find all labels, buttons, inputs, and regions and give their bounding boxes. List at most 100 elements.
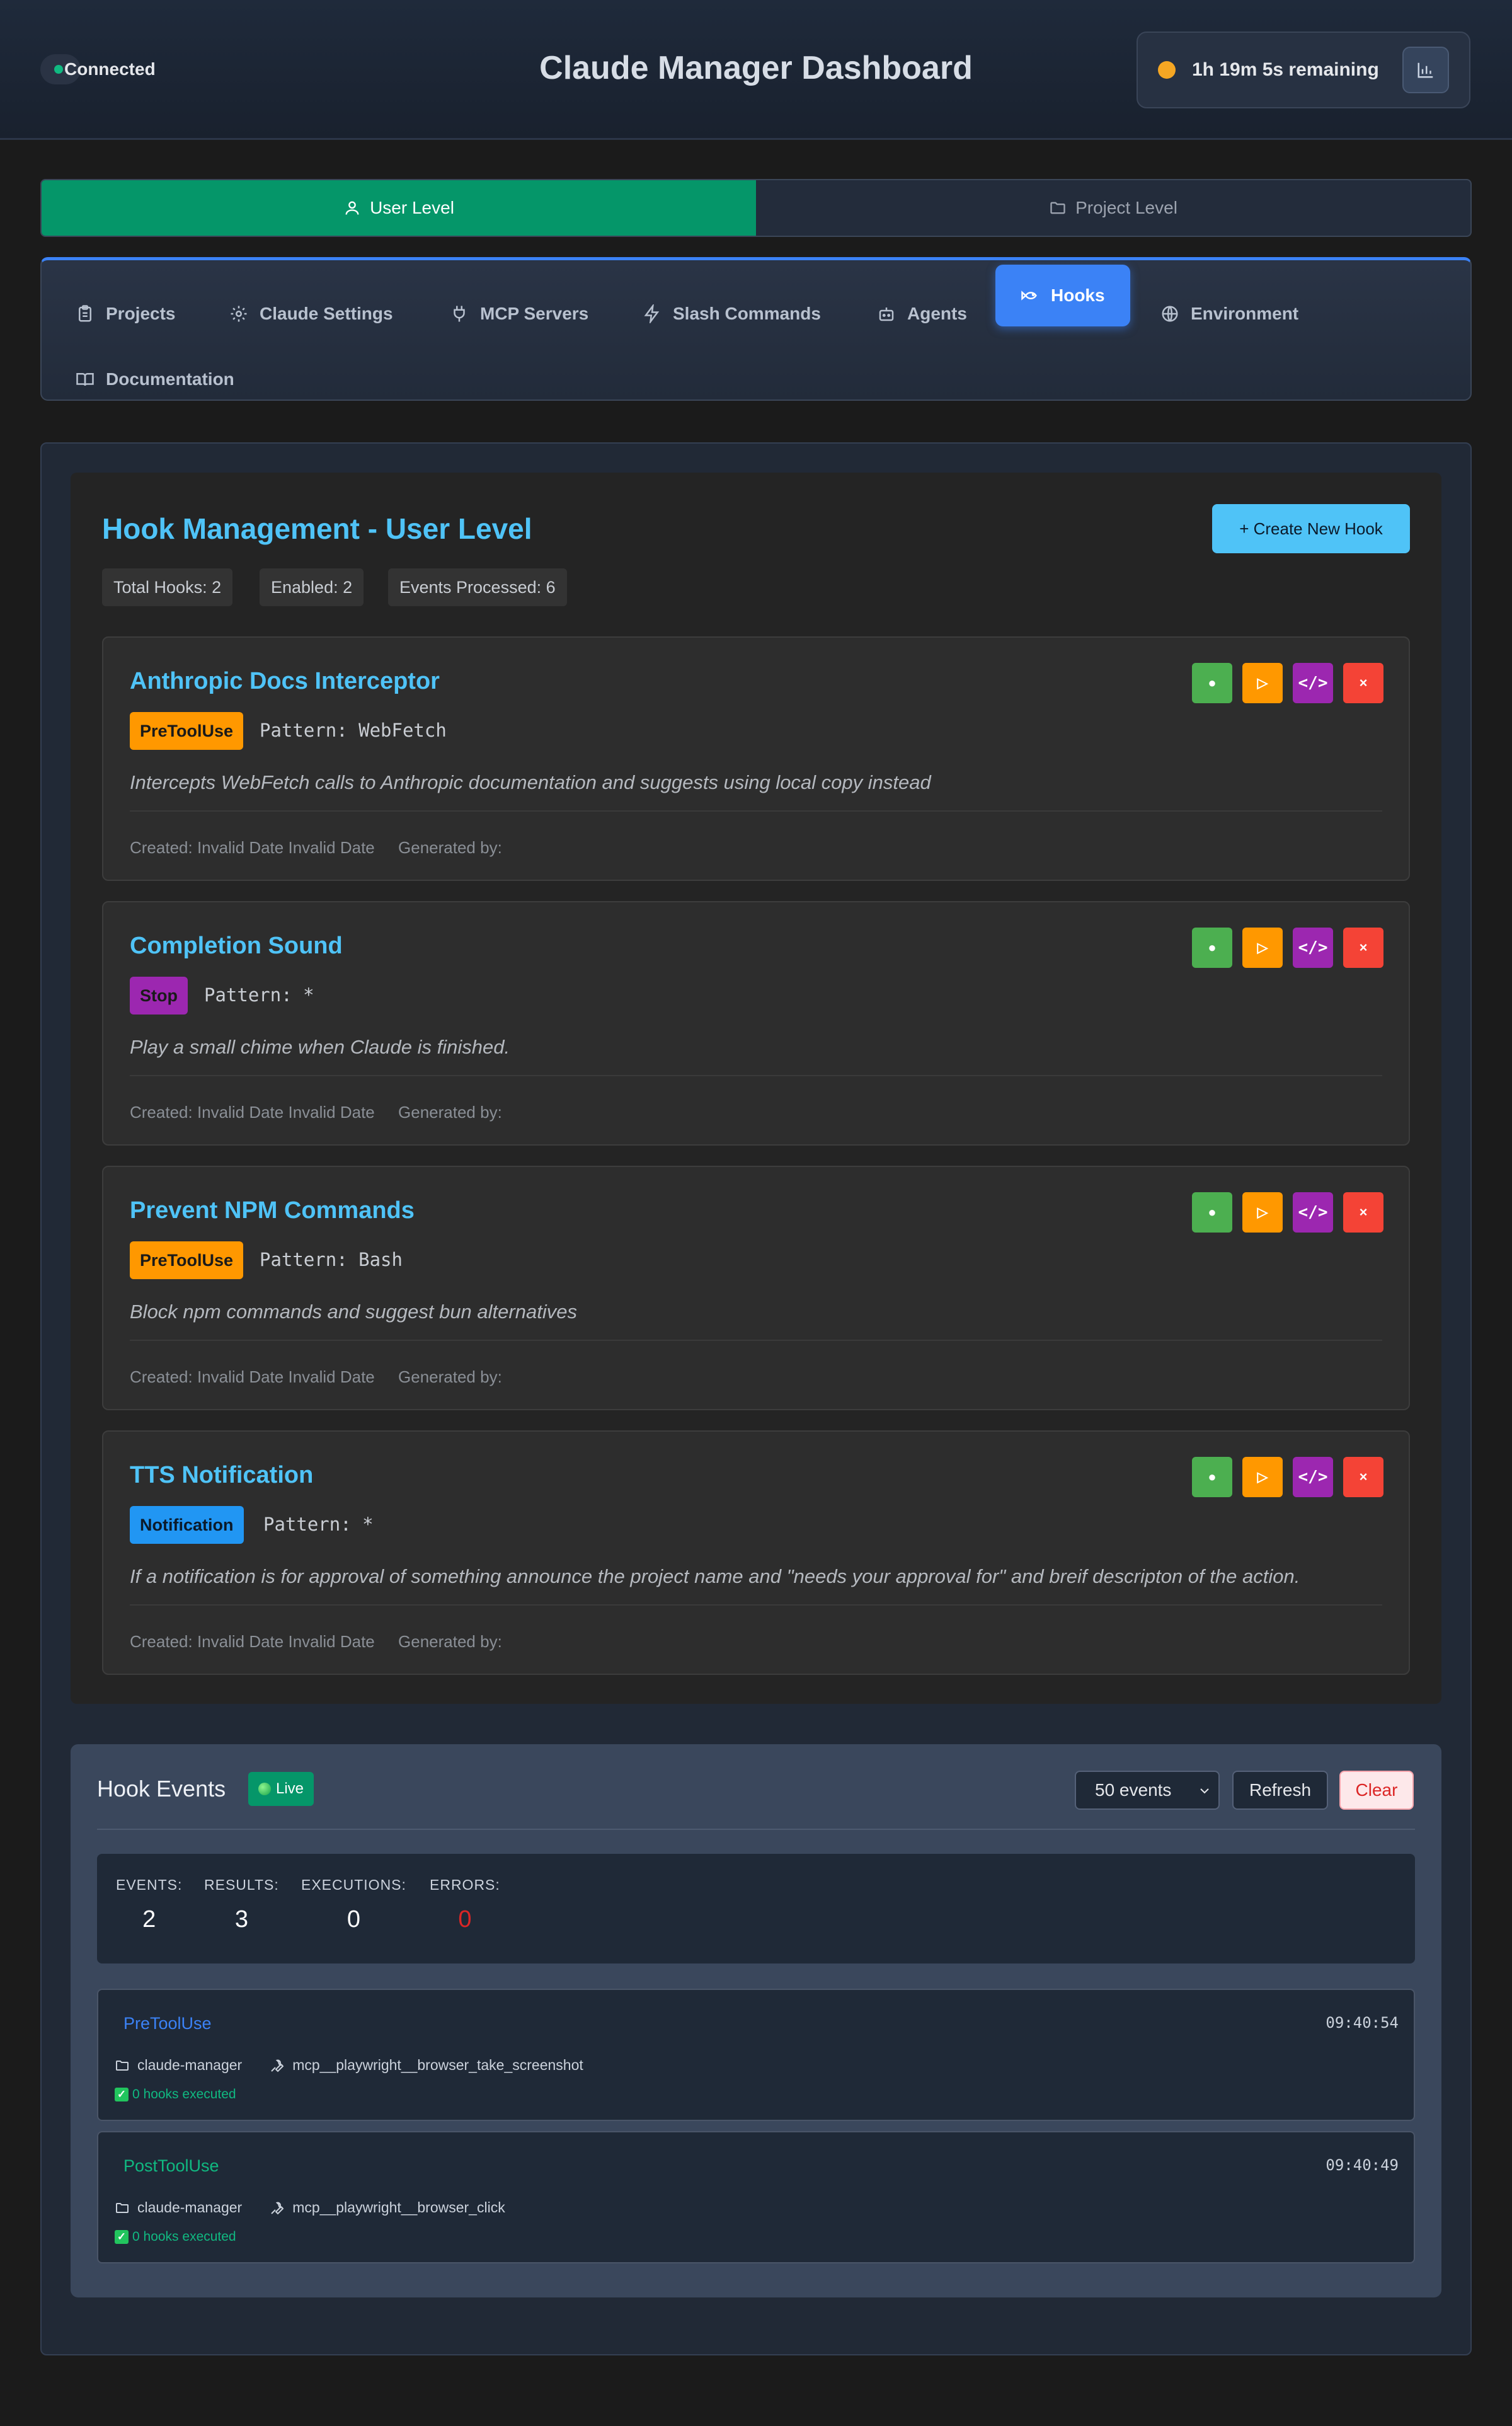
robot-icon <box>879 308 894 321</box>
refresh-button[interactable]: Refresh <box>1232 1771 1328 1810</box>
user-level-label: User Level <box>370 198 454 217</box>
create-hook-button[interactable]: + Create New Hook <box>1212 504 1410 553</box>
globe-icon <box>1162 306 1178 322</box>
event-item[interactable]: PreToolUse 09:40:54 claude-manager mcp__… <box>97 1989 1415 2121</box>
tab-documentation[interactable]: Documentation <box>76 357 234 401</box>
fish-icon <box>1021 290 1037 301</box>
edit-code-button[interactable]: </> <box>1293 663 1333 703</box>
executed-label: 0 hooks executed <box>132 2229 236 2244</box>
hook-card: Prevent NPM Commands ● ▷ </> × PreToolUs… <box>102 1166 1410 1410</box>
test-hook-button[interactable]: ▷ <box>1242 1457 1283 1497</box>
stat-value: 0 <box>346 1906 361 1933</box>
stat-label: EVENTS: <box>116 1877 183 1893</box>
event-time: 09:40:49 <box>1326 2156 1399 2174</box>
tab-hooks[interactable]: Hooks <box>995 265 1130 326</box>
stat-errors: ERRORS: 0 <box>430 1877 500 1933</box>
project-level-label: Project Level <box>1075 198 1177 217</box>
event-type: PostToolUse <box>123 2156 219 2175</box>
hook-description: Block npm commands and suggest bun alter… <box>130 1301 577 1323</box>
event-limit-select[interactable]: 50 events <box>1075 1771 1220 1810</box>
event-project: claude-manager <box>137 2199 243 2216</box>
user-level-button[interactable]: User Level <box>42 180 756 236</box>
hook-created: Created: Invalid Date Invalid Date <box>130 838 375 857</box>
hook-meta: Created: Invalid Date Invalid Date Gener… <box>130 1632 502 1652</box>
hook-description: Intercepts WebFetch calls to Anthropic d… <box>130 771 931 793</box>
event-meta: claude-manager mcp__playwright__browser_… <box>115 2057 583 2074</box>
hook-pattern: Pattern: * <box>263 1514 374 1535</box>
hook-card: TTS Notification ● ▷ </> × Notification … <box>102 1430 1410 1675</box>
hook-pattern: Pattern: * <box>204 984 314 1006</box>
hook-pattern: Pattern: WebFetch <box>260 720 447 741</box>
timer-dot-icon <box>1158 61 1176 79</box>
event-type: PreToolUse <box>123 2014 212 2033</box>
edit-code-button[interactable]: </> <box>1293 1192 1333 1233</box>
gear-icon <box>231 306 247 322</box>
wrench-icon <box>271 2202 284 2214</box>
event-executed: ✓ 0 hooks executed <box>115 2087 236 2102</box>
timer-text: 1h 19m 5s remaining <box>1192 59 1379 80</box>
live-label: Live <box>276 1780 304 1797</box>
hook-generated-by: Generated by: <box>398 1103 502 1122</box>
event-item[interactable]: PostToolUse 09:40:49 claude-manager mcp_… <box>97 2131 1415 2263</box>
chevron-down-icon <box>1200 1788 1209 1794</box>
delete-hook-button[interactable]: × <box>1343 928 1383 968</box>
tab-projects[interactable]: Projects <box>76 292 176 336</box>
hook-actions: ● ▷ </> × <box>1192 928 1383 968</box>
delete-hook-button[interactable]: × <box>1343 1457 1383 1497</box>
hook-created: Created: Invalid Date Invalid Date <box>130 1367 375 1386</box>
tab-slash-commands[interactable]: Slash Commands <box>643 292 821 336</box>
hook-actions: ● ▷ </> × <box>1192 1457 1383 1497</box>
lightning-icon <box>644 304 660 323</box>
divider <box>130 1604 1382 1606</box>
event-executed: ✓ 0 hooks executed <box>115 2229 236 2245</box>
tab-agents[interactable]: Agents <box>877 292 967 336</box>
toggle-hook-button[interactable]: ● <box>1192 1457 1232 1497</box>
usage-stats-button[interactable] <box>1402 47 1449 93</box>
divider <box>130 1075 1382 1076</box>
event-project: claude-manager <box>137 2057 243 2073</box>
hook-actions: ● ▷ </> × <box>1192 663 1383 703</box>
event-time: 09:40:54 <box>1326 2014 1399 2032</box>
hook-name: TTS Notification <box>130 1462 314 1488</box>
divider <box>130 810 1382 812</box>
edit-code-button[interactable]: </> <box>1293 1457 1333 1497</box>
event-meta: claude-manager mcp__playwright__browser_… <box>115 2199 505 2216</box>
hook-actions: ● ▷ </> × <box>1192 1192 1383 1233</box>
hook-meta: Created: Invalid Date Invalid Date Gener… <box>130 838 502 858</box>
live-dot-icon <box>258 1783 271 1795</box>
folder-icon <box>116 2060 129 2071</box>
clipboard-icon <box>79 305 91 322</box>
test-hook-button[interactable]: ▷ <box>1242 663 1283 703</box>
enabled-hooks-stat: Enabled: 2 <box>260 568 364 606</box>
check-icon: ✓ <box>115 2088 129 2101</box>
hook-description: Play a small chime when Claude is finish… <box>130 1036 510 1058</box>
tab-label: Slash Commands <box>673 304 821 323</box>
delete-hook-button[interactable]: × <box>1343 663 1383 703</box>
hook-name: Completion Sound <box>130 933 343 959</box>
hook-card: Completion Sound ● ▷ </> × Stop Pattern:… <box>102 901 1410 1146</box>
hook-card: Anthropic Docs Interceptor ● ▷ </> × Pre… <box>102 636 1410 881</box>
toggle-hook-button[interactable]: ● <box>1192 928 1232 968</box>
hook-generated-by: Generated by: <box>398 1632 502 1651</box>
tab-mcp-servers[interactable]: MCP Servers <box>450 292 588 336</box>
delete-hook-button[interactable]: × <box>1343 1192 1383 1233</box>
edit-code-button[interactable]: </> <box>1293 928 1333 968</box>
test-hook-button[interactable]: ▷ <box>1242 1192 1283 1233</box>
toggle-hook-button[interactable]: ● <box>1192 663 1232 703</box>
hook-generated-by: Generated by: <box>398 1367 502 1386</box>
hook-event-badge: PreToolUse <box>130 712 244 750</box>
wrench-icon <box>271 2059 284 2072</box>
hook-event-badge: PreToolUse <box>130 1241 244 1279</box>
test-hook-button[interactable]: ▷ <box>1242 928 1283 968</box>
tab-claude-settings[interactable]: Claude Settings <box>229 292 393 336</box>
event-limit-value: 50 events <box>1095 1780 1172 1800</box>
tab-environment[interactable]: Environment <box>1160 292 1298 336</box>
tab-label: MCP Servers <box>480 304 589 323</box>
top-bar: Connected Claude Manager Dashboard 1h 19… <box>0 0 1512 140</box>
tab-label: Agents <box>907 304 967 323</box>
project-level-button[interactable]: Project Level <box>756 180 1470 236</box>
clear-button[interactable]: Clear <box>1339 1771 1414 1810</box>
tab-label: Claude Settings <box>260 304 393 323</box>
executed-label: 0 hooks executed <box>132 2087 236 2101</box>
toggle-hook-button[interactable]: ● <box>1192 1192 1232 1233</box>
